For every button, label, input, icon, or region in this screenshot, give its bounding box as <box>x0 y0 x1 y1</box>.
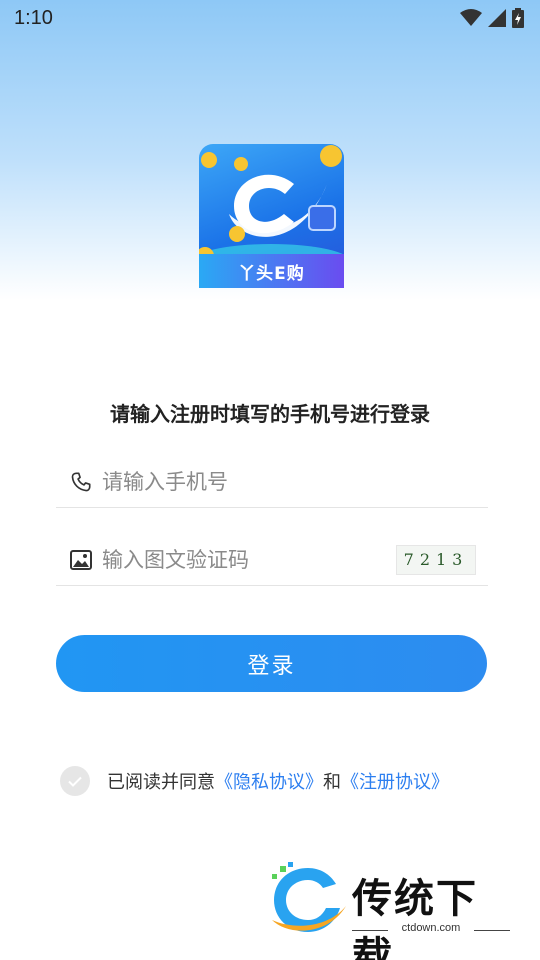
privacy-link[interactable]: 《隐私协议》 <box>215 768 323 794</box>
watermark-divider-right <box>474 930 510 931</box>
agreement-row: 已阅读并同意 《隐私协议》 和 《注册协议》 <box>60 766 449 796</box>
agreement-prefix: 已阅读并同意 <box>107 772 215 793</box>
agreement-and: 和 <box>323 772 341 793</box>
status-time: 1:10 <box>14 6 53 29</box>
check-icon <box>68 776 82 787</box>
watermark-logo-icon <box>272 862 346 932</box>
captcha-input[interactable] <box>102 539 396 580</box>
watermark-url: ctdown.com <box>401 922 461 934</box>
login-button[interactable]: 登录 <box>56 635 487 692</box>
phone-input[interactable] <box>102 461 488 502</box>
captcha-field: 7213 <box>56 534 488 586</box>
battery-icon <box>512 8 524 28</box>
captcha-image[interactable]: 7213 <box>396 544 476 575</box>
agree-checkbox[interactable] <box>60 766 90 796</box>
wifi-icon <box>460 9 482 26</box>
logo-banner: 丫头E购 <box>199 254 344 288</box>
status-icons <box>460 8 524 28</box>
image-icon <box>68 547 94 573</box>
phone-icon <box>68 469 94 495</box>
status-bar: 1:10 <box>0 0 540 36</box>
login-prompt: 请输入注册时填写的手机号进行登录 <box>110 402 430 426</box>
watermark: 传统下载 ctdown.com <box>268 860 518 960</box>
watermark-title: 传统下载 <box>352 876 478 960</box>
register-link[interactable]: 《注册协议》 <box>341 768 449 794</box>
app-logo: 丫头E购 <box>199 144 344 288</box>
phone-field <box>56 456 488 508</box>
cell-signal-icon <box>488 9 506 27</box>
